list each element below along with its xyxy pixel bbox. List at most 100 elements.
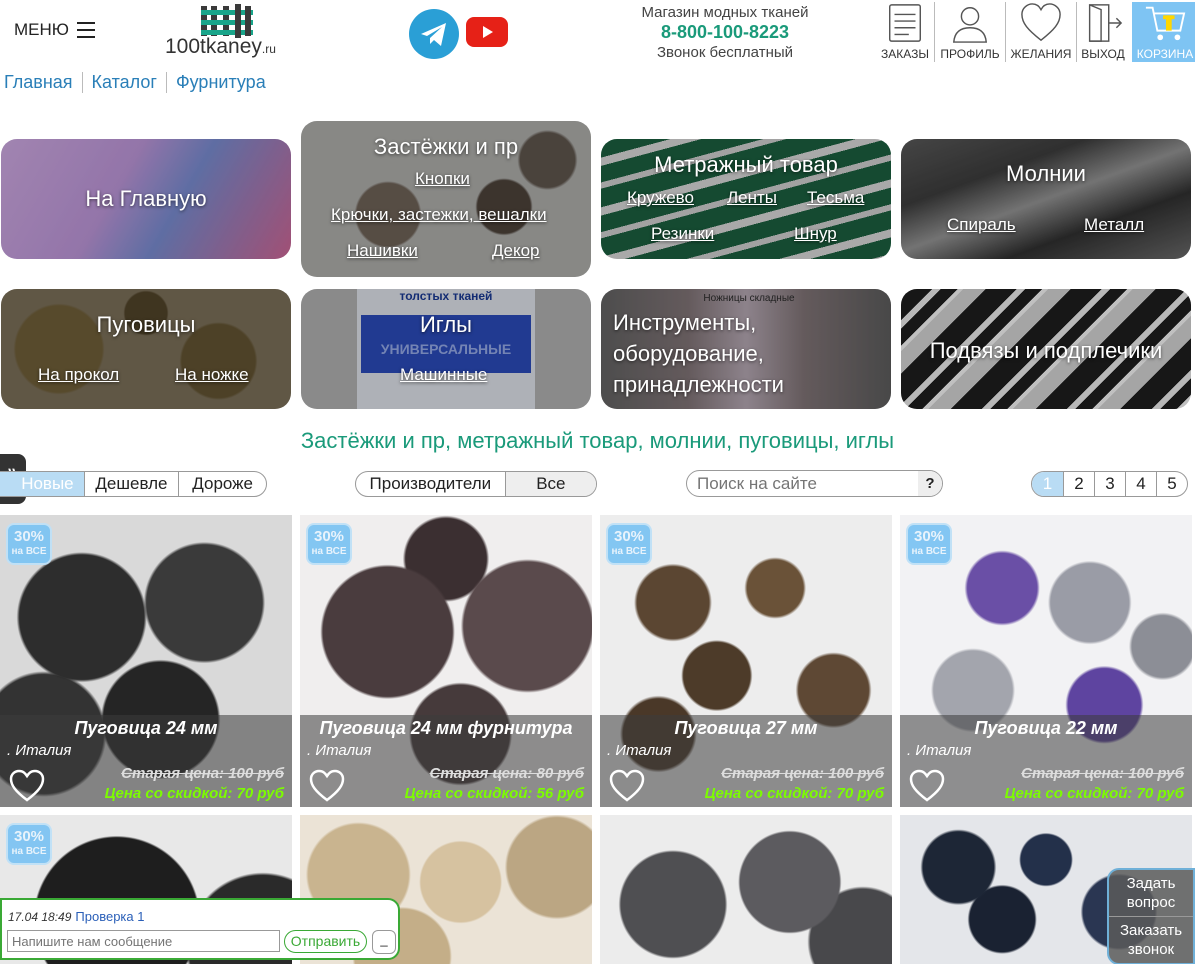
orders-button[interactable]: ЗАКАЗЫ xyxy=(876,2,934,62)
subcategory-link[interactable]: Кнопки xyxy=(415,169,470,189)
category-tile-zippers[interactable]: Молнии Спираль Металл xyxy=(901,139,1191,259)
shop-tagline: Магазин модных тканей xyxy=(641,4,809,21)
heart-icon xyxy=(1021,3,1061,42)
sort-cheaper[interactable]: Дешевле xyxy=(83,472,179,496)
discount-badge: 30% на ВСЕ xyxy=(6,523,52,565)
page-4[interactable]: 4 xyxy=(1125,472,1156,496)
subcategory-link[interactable]: Крючки, застежки, вешалки xyxy=(331,205,547,225)
menu-label: МЕНЮ xyxy=(14,20,69,39)
category-tile-buttons[interactable]: Пуговицы На прокол На ножке xyxy=(1,289,291,409)
subcategory-link[interactable]: Тесьма xyxy=(807,188,864,208)
page-3[interactable]: 3 xyxy=(1094,472,1125,496)
discount-price: Цена со скидкой: 56 руб xyxy=(404,785,584,802)
category-title: На Главную xyxy=(85,186,207,211)
page-1[interactable]: 1 xyxy=(1032,472,1063,496)
product-name[interactable]: Пуговица 24 мм xyxy=(0,718,292,739)
subcategory-link[interactable]: Спираль xyxy=(947,215,1016,235)
search-input[interactable] xyxy=(687,473,918,494)
heart-icon[interactable] xyxy=(9,769,45,803)
breadcrumb-home[interactable]: Главная xyxy=(4,72,82,93)
breadcrumb-accessories[interactable]: Фурнитура xyxy=(165,72,275,93)
hamburger-icon xyxy=(76,22,95,38)
product-card[interactable]: 30% на ВСЕ Пуговица 24 мм . Италия Старая… xyxy=(0,515,292,807)
category-title: Подвязы и подплечики xyxy=(929,338,1163,363)
logo-text: 100tkaney.ru xyxy=(165,35,276,58)
product-name[interactable]: Пуговица 22 мм xyxy=(900,718,1192,739)
page-2[interactable]: 2 xyxy=(1063,472,1094,496)
makers-filter[interactable]: Производители xyxy=(356,472,505,496)
chat-message-input[interactable] xyxy=(7,930,280,952)
exit-icon xyxy=(1088,4,1123,42)
wishlist-button[interactable]: ЖЕЛАНИЯ xyxy=(1005,2,1076,62)
subcategory-link[interactable]: Ленты xyxy=(727,188,777,208)
heart-icon[interactable] xyxy=(309,769,345,803)
page-5[interactable]: 5 xyxy=(1156,472,1187,496)
chat-last-message: 17.04 18:49 Проверка 1 xyxy=(8,909,144,924)
subcategory-link[interactable]: Шнур xyxy=(794,224,837,244)
section-title: Застёжки и пр, метражный товар, молнии, … xyxy=(300,428,895,453)
user-menu: ЗАКАЗЫ ПРОФИЛЬ ЖЕЛАНИЯ ВЫХОД КОРЗИНА xyxy=(876,2,1195,62)
makers-toggle: Производители Все xyxy=(355,471,597,497)
makers-all[interactable]: Все xyxy=(504,472,596,496)
category-tile-home[interactable]: На Главную xyxy=(1,139,291,259)
subcategory-link[interactable]: На прокол xyxy=(38,365,119,385)
youtube-link[interactable] xyxy=(466,17,508,47)
telegram-icon xyxy=(421,23,446,46)
orders-icon xyxy=(889,4,921,42)
breadcrumb-catalog[interactable]: Каталог xyxy=(81,72,166,93)
category-tile-needles[interactable]: толстых тканей УНИВЕРСАЛЬНЫЕ Иглы Машинн… xyxy=(301,289,591,409)
product-name[interactable]: Пуговица 27 мм xyxy=(600,718,892,739)
category-tile-straps[interactable]: Подвязы и подплечики xyxy=(901,289,1191,409)
category-title: Иглы xyxy=(419,312,472,337)
product-name[interactable]: Пуговица 24 мм фурнитура xyxy=(300,718,592,739)
telegram-link[interactable] xyxy=(409,9,459,59)
profile-icon xyxy=(952,7,988,43)
chat-user: Проверка 1 xyxy=(75,909,145,924)
category-title: Пуговицы xyxy=(96,312,196,337)
search-help-button[interactable]: ? xyxy=(918,471,942,496)
sort-expensive[interactable]: Дороже xyxy=(178,472,266,496)
category-tile-fasteners[interactable]: Застёжки и пр Кнопки Крючки, застежки, в… xyxy=(301,121,591,277)
subcategory-link[interactable]: На ножке xyxy=(175,365,249,385)
subcategory-link[interactable]: Кружево xyxy=(627,188,694,208)
pagination: 1 2 3 4 5 xyxy=(1031,471,1188,497)
chat-minimize-button[interactable]: _ xyxy=(372,930,396,954)
subcategory-link[interactable]: Металл xyxy=(1084,215,1144,235)
product-card[interactable]: 30% на ВСЕ Пуговица 22 мм . Италия Старая… xyxy=(900,515,1192,807)
old-price: Старая цена: 100 руб xyxy=(121,765,284,782)
subcategory-link[interactable]: Резинки xyxy=(651,224,714,244)
logout-button[interactable]: ВЫХОД xyxy=(1076,2,1129,62)
youtube-play-icon xyxy=(483,26,493,38)
heart-icon[interactable] xyxy=(909,769,945,803)
shop-contact: Магазин модных тканей 8-800-100-8223 Зво… xyxy=(620,4,830,61)
cart-button[interactable]: КОРЗИНА xyxy=(1132,2,1195,62)
category-title: Метражный товар xyxy=(654,152,838,177)
category-title: Застёжки и пр xyxy=(373,134,519,159)
subcategory-link[interactable]: Декор xyxy=(492,241,540,261)
heart-icon[interactable] xyxy=(609,769,645,803)
logo-weave-icon xyxy=(201,4,253,38)
chat-send-button[interactable]: Отправить xyxy=(284,930,367,953)
phone-number[interactable]: 8-800-100-8223 xyxy=(620,22,830,43)
menu-button[interactable]: МЕНЮ xyxy=(14,20,95,40)
ask-question-button[interactable]: Задать вопрос xyxy=(1109,870,1193,916)
product-card[interactable] xyxy=(600,815,892,964)
sort-new[interactable]: Новые xyxy=(0,472,84,496)
cart-icon xyxy=(1145,6,1186,41)
subcategory-link[interactable]: Машинные xyxy=(400,365,487,385)
discount-badge: 30% на ВСЕ xyxy=(306,523,352,565)
product-card[interactable]: 30% на ВСЕ Пуговица 27 мм . Италия Старая… xyxy=(600,515,892,807)
product-country: . Италия xyxy=(907,742,972,759)
category-tile-tools[interactable]: Ножницы складные Инструменты, оборудован… xyxy=(601,289,891,409)
product-card[interactable]: 30% на ВСЕ Пуговица 24 мм фурнитура . Ита… xyxy=(300,515,592,807)
breadcrumb: Главная Каталог Фурнитура xyxy=(4,72,275,93)
profile-button[interactable]: ПРОФИЛЬ xyxy=(934,2,1005,62)
chat-widget: 17.04 18:49Проверка 1 Отправить _ xyxy=(0,898,400,960)
discount-price: Цена со скидкой: 70 руб xyxy=(704,785,884,802)
site-logo[interactable]: 100tkaney.ru xyxy=(165,4,295,62)
subcategory-link[interactable]: Нашивки xyxy=(347,241,418,261)
order-call-button[interactable]: Заказать звонок xyxy=(1109,916,1193,963)
category-tile-yardage[interactable]: Метражный товар Кружево Ленты Тесьма Рез… xyxy=(601,139,891,259)
category-title: Инструменты, оборудование, принадлежност… xyxy=(613,310,784,397)
old-price: Старая цена: 100 руб xyxy=(721,765,884,782)
